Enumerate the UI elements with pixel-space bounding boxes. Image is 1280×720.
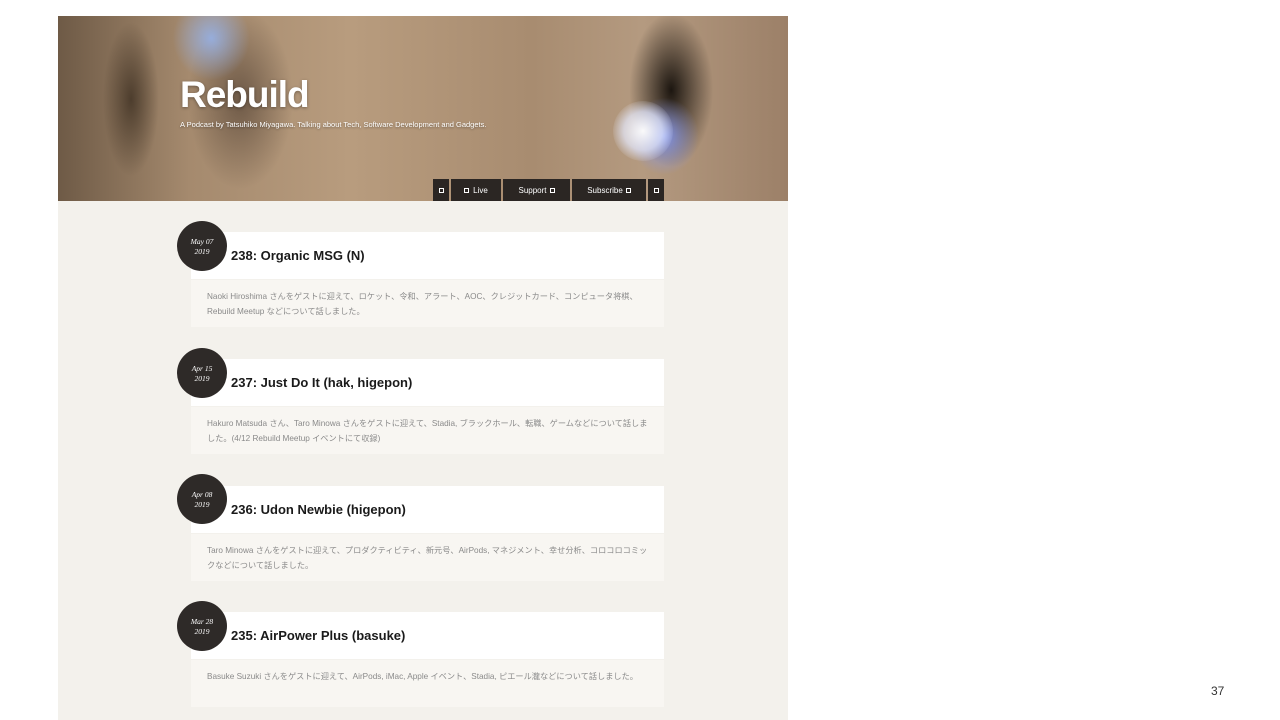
date-month-day: May 07 bbox=[190, 237, 214, 246]
episode-description: Hakuro Matsuda さん、Taro Minowa さんをゲストに迎えて… bbox=[191, 407, 664, 454]
episode-header[interactable]: 235: AirPower Plus (basuke) bbox=[191, 612, 664, 659]
date-year: 2019 bbox=[194, 374, 210, 383]
date-month-day: Mar 28 bbox=[190, 617, 214, 626]
date-badge: May 07 2019 bbox=[177, 221, 227, 271]
episode-list: 238: Organic MSG (N) Naoki Hiroshima さんを… bbox=[58, 16, 788, 720]
date-year: 2019 bbox=[194, 247, 210, 256]
episode-header[interactable]: 237: Just Do It (hak, higepon) bbox=[191, 359, 664, 406]
slide-page-number: 37 bbox=[1211, 684, 1225, 698]
date-badge: Mar 28 2019 bbox=[177, 601, 227, 651]
episode-header[interactable]: 236: Udon Newbie (higepon) bbox=[191, 486, 664, 533]
date-year: 2019 bbox=[194, 500, 210, 509]
episode-title[interactable]: 236: Udon Newbie (higepon) bbox=[231, 502, 406, 517]
website-screenshot: Rebuild A Podcast by Tatsuhiko Miyagawa.… bbox=[58, 16, 788, 720]
episode-description: Taro Minowa さんをゲストに迎えて、プロダクティビティ、新元号、Air… bbox=[191, 534, 664, 581]
episode-description: Basuke Suzuki さんをゲストに迎えて、AirPods, iMac, … bbox=[191, 660, 664, 707]
episode-title[interactable]: 238: Organic MSG (N) bbox=[231, 248, 365, 263]
date-year: 2019 bbox=[194, 627, 210, 636]
episode-title[interactable]: 235: AirPower Plus (basuke) bbox=[231, 628, 405, 643]
date-badge: Apr 08 2019 bbox=[177, 474, 227, 524]
episode-title[interactable]: 237: Just Do It (hak, higepon) bbox=[231, 375, 412, 390]
date-badge: Apr 15 2019 bbox=[177, 348, 227, 398]
date-month-day: Apr 08 bbox=[191, 490, 213, 499]
date-month-day: Apr 15 bbox=[191, 364, 213, 373]
episode-description: Naoki Hiroshima さんをゲストに迎えて、ロケット、令和、アラート、… bbox=[191, 280, 664, 327]
episode-header[interactable]: 238: Organic MSG (N) bbox=[191, 232, 664, 279]
